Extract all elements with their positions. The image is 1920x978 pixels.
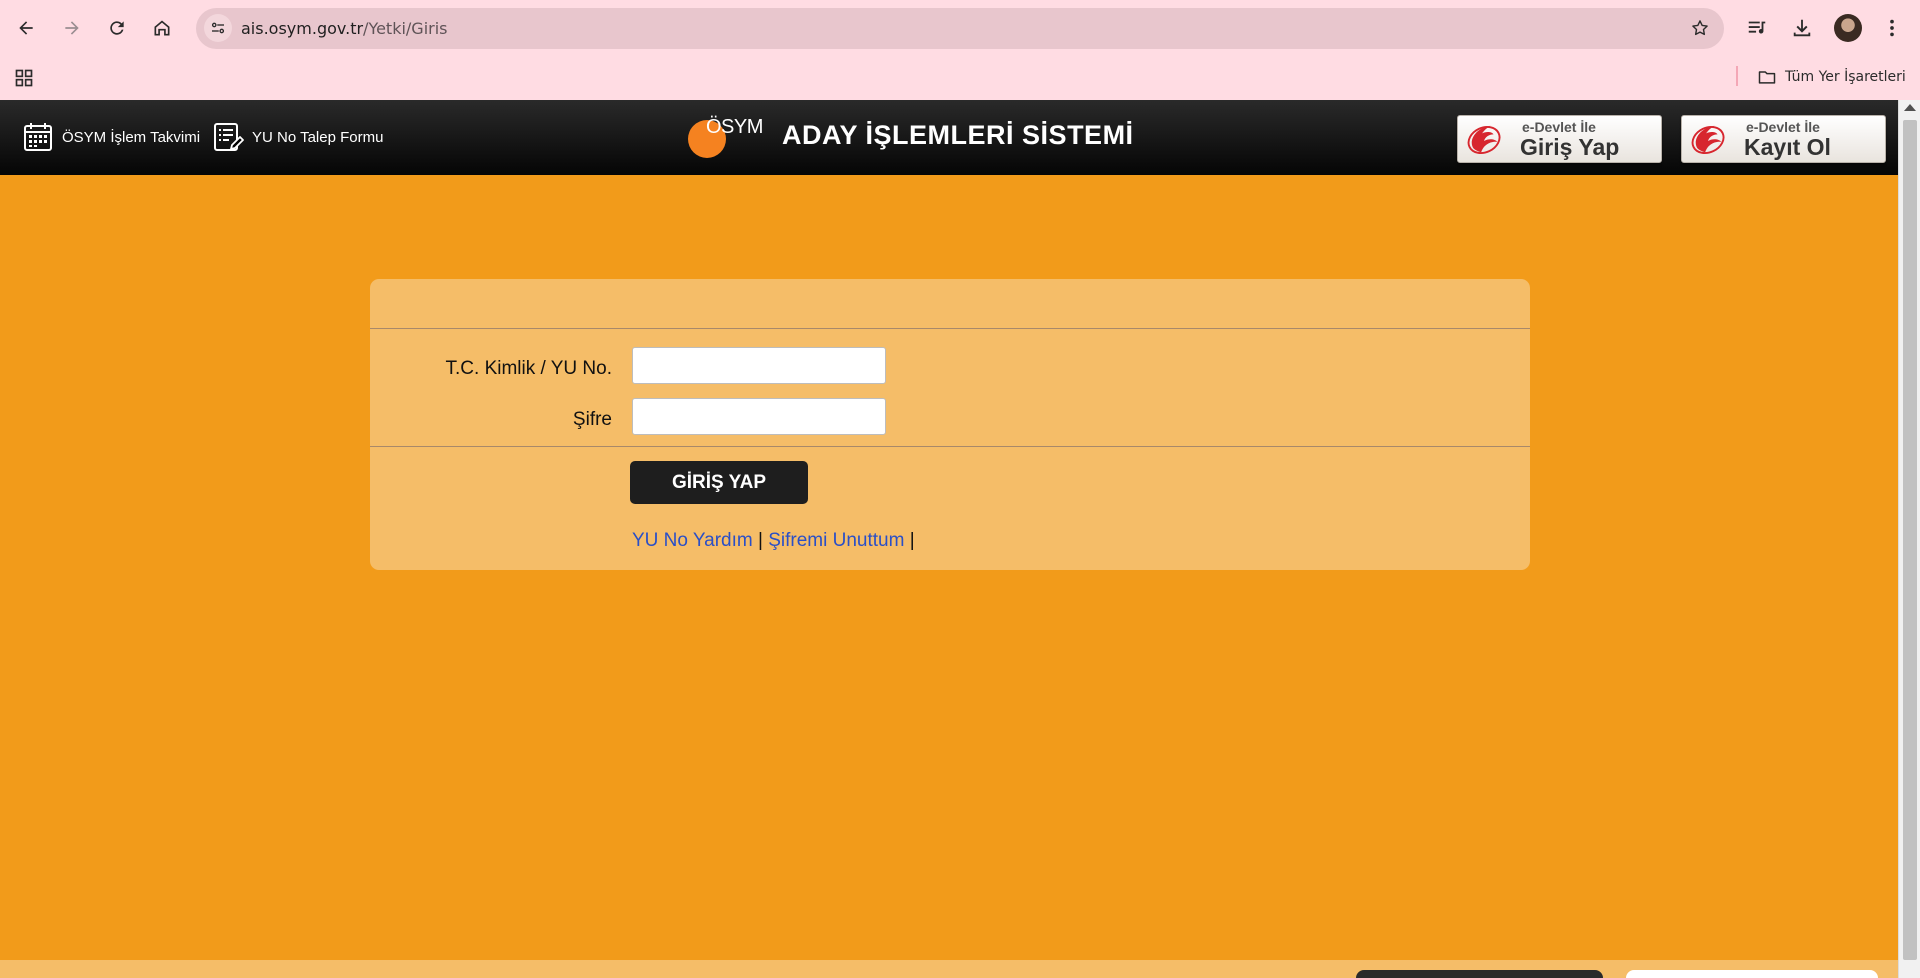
login-panel: T.C. Kimlik / YU No. Şifre GİRİŞ YAP YU …: [370, 279, 1530, 570]
reload-button[interactable]: [99, 10, 135, 46]
back-button[interactable]: [8, 10, 44, 46]
url-text: ais.osym.gov.tr/Yetki/Giris: [241, 19, 448, 38]
password-input[interactable]: [632, 398, 886, 435]
calendar-link-label: ÖSYM İşlem Takvimi: [62, 128, 201, 146]
edevlet-login-small: e-Devlet İle: [1522, 119, 1596, 135]
menu-kebab-icon[interactable]: [1876, 12, 1908, 44]
scrollbar-thumb[interactable]: [1903, 120, 1917, 960]
bookmark-star-icon[interactable]: [1686, 14, 1714, 42]
forward-button[interactable]: [54, 10, 90, 46]
edevlet-register-button[interactable]: e-Devlet İle Kayıt Ol: [1681, 115, 1886, 163]
scroll-up-arrow-icon[interactable]: [1904, 104, 1916, 111]
apps-grid-icon[interactable]: [8, 62, 40, 94]
osym-logo[interactable]: ÖSYM: [686, 114, 772, 160]
panel-bottom-divider: [370, 446, 1530, 447]
forgot-password-link[interactable]: Şifremi Unuttum: [768, 530, 904, 551]
arrow-left-icon: [19, 21, 33, 35]
all-bookmarks-folder[interactable]: Tüm Yer İşaretleri: [1757, 64, 1906, 90]
page-scrollbar[interactable]: [1898, 100, 1920, 978]
form-edit-icon: [214, 123, 244, 151]
edevlet-emblem-icon: [1467, 125, 1501, 155]
edevlet-login-button[interactable]: e-Devlet İle Giriş Yap: [1457, 115, 1662, 163]
link-separator: |: [909, 530, 915, 551]
footer-light-button[interactable]: [1626, 970, 1878, 978]
arrow-right-icon: [65, 21, 79, 35]
home-button[interactable]: [144, 10, 180, 46]
login-submit-button[interactable]: GİRİŞ YAP: [630, 461, 808, 504]
yu-no-help-link[interactable]: YU No Yardım: [632, 530, 753, 551]
id-number-input[interactable]: [632, 347, 886, 384]
folder-icon: [1758, 71, 1776, 84]
edevlet-register-small: e-Devlet İle: [1746, 119, 1820, 135]
edevlet-login-big: Giriş Yap: [1520, 134, 1620, 160]
page-footer: [0, 960, 1898, 978]
osym-calendar-link[interactable]: ÖSYM İşlem Takvimi: [22, 120, 200, 154]
link-separator: |: [758, 530, 763, 551]
edevlet-register-big: Kayıt Ol: [1744, 134, 1831, 160]
logo-text: ÖSYM: [706, 116, 763, 138]
browser-toolbar: ais.osym.gov.tr/Yetki/Giris: [0, 0, 1920, 56]
media-control-icon[interactable]: [1741, 12, 1773, 44]
footer-dark-button[interactable]: [1356, 970, 1603, 978]
site-title: ADAY İŞLEMLERİ SİSTEMİ: [782, 120, 1134, 150]
reload-icon: [110, 21, 124, 35]
panel-top-divider: [370, 328, 1530, 329]
edevlet-emblem-icon: [1691, 125, 1725, 155]
all-bookmarks-label: Tüm Yer İşaretleri: [1785, 69, 1906, 85]
home-icon: [154, 20, 170, 36]
calendar-icon: [24, 123, 52, 151]
url-path: /Yetki/Giris: [363, 19, 448, 38]
bookmarks-bar: Tüm Yer İşaretleri: [0, 56, 1920, 100]
downloads-icon[interactable]: [1786, 12, 1818, 44]
url-host: ais.osym.gov.tr: [241, 19, 364, 38]
bookmarks-separator: [1736, 66, 1738, 86]
yu-no-request-form-link[interactable]: YU No Talep Formu: [212, 120, 383, 154]
help-links: YU No Yardım | Şifremi Unuttum |: [632, 530, 915, 552]
address-bar[interactable]: ais.osym.gov.tr/Yetki/Giris: [196, 8, 1724, 49]
profile-avatar[interactable]: [1834, 14, 1862, 42]
password-field-label: Şifre: [572, 409, 612, 430]
id-field-label: T.C. Kimlik / YU No.: [445, 358, 612, 379]
site-header: ÖSYM İşlem Takvimi YU No Talep Formu ÖSY…: [0, 100, 1898, 175]
site-info-icon[interactable]: [204, 14, 232, 42]
yu-form-link-label: YU No Talep Formu: [252, 128, 384, 146]
